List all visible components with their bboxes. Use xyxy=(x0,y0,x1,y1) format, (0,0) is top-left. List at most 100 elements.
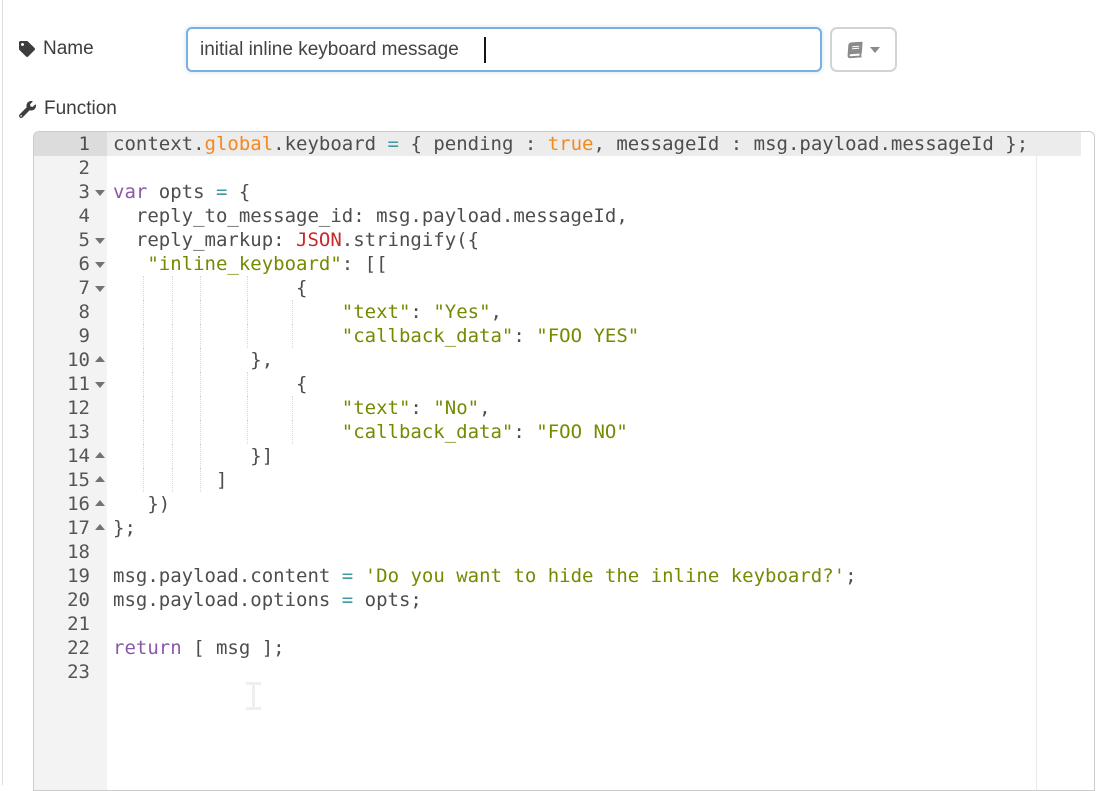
gutter-row[interactable]: 9 xyxy=(34,324,107,348)
gutter-row[interactable]: 23 xyxy=(34,660,107,684)
code-editor[interactable]: 1234567891011121314151617181920212223 co… xyxy=(33,131,1095,791)
line-number: 21 xyxy=(67,613,90,635)
gutter-row[interactable]: 3 xyxy=(34,180,107,204)
indent-guide xyxy=(172,420,173,444)
code-token: msg.payload.options xyxy=(113,589,342,611)
code-line[interactable]: var opts = { xyxy=(107,180,1094,204)
line-number: 22 xyxy=(67,637,90,659)
indent-guide xyxy=(247,276,248,300)
code-token: , xyxy=(491,301,502,323)
line-number: 10 xyxy=(67,349,90,371)
code-line[interactable]: "callback_data": "FOO YES" xyxy=(107,324,1094,348)
code-token: "callback_data" xyxy=(342,421,514,443)
code-token: JSON xyxy=(296,229,342,251)
code-line[interactable] xyxy=(107,156,1094,180)
indent-guide xyxy=(143,348,144,372)
code-token: true xyxy=(548,133,594,155)
code-token: }] xyxy=(113,445,273,467)
indent-guide xyxy=(200,276,201,300)
indent-guide xyxy=(200,396,201,420)
code-line[interactable]: "text": "No", xyxy=(107,396,1094,420)
fold-triangle-up-icon[interactable] xyxy=(95,476,105,482)
code-line[interactable]: msg.payload.content = 'Do you want to hi… xyxy=(107,564,1094,588)
code-line[interactable]: }; xyxy=(107,516,1094,540)
code-token: : [[ xyxy=(342,253,388,275)
gutter-row[interactable]: 16 xyxy=(34,492,107,516)
gutter-row[interactable]: 14 xyxy=(34,444,107,468)
code-token: { pending : xyxy=(399,133,548,155)
code-line[interactable]: reply_markup: JSON.stringify({ xyxy=(107,228,1094,252)
code-line[interactable]: }] xyxy=(107,444,1094,468)
code-line[interactable]: context.global.keyboard = { pending : tr… xyxy=(107,132,1094,156)
indent-guide xyxy=(247,396,248,420)
name-input[interactable] xyxy=(186,27,822,72)
code-line[interactable]: "inline_keyboard": [[ xyxy=(107,252,1094,276)
code-line[interactable]: reply_to_message_id: msg.payload.message… xyxy=(107,204,1094,228)
library-button[interactable] xyxy=(830,27,897,72)
code-token: = xyxy=(388,133,399,155)
code-token: "text" xyxy=(342,301,411,323)
indent-guide xyxy=(172,276,173,300)
fold-triangle-up-icon[interactable] xyxy=(95,356,105,362)
gutter-row[interactable]: 7 xyxy=(34,276,107,300)
gutter-row[interactable]: 19 xyxy=(34,564,107,588)
code-line[interactable]: }, xyxy=(107,348,1094,372)
fold-triangle-up-icon[interactable] xyxy=(95,524,105,530)
code-token: { xyxy=(227,181,250,203)
code-token: .stringify({ xyxy=(342,229,479,251)
gutter-row[interactable]: 13 xyxy=(34,420,107,444)
tray-edge-divider xyxy=(2,0,3,785)
gutter-row[interactable]: 11 xyxy=(34,372,107,396)
code-token: = xyxy=(216,181,227,203)
editor-content[interactable]: context.global.keyboard = { pending : tr… xyxy=(107,132,1094,790)
code-line[interactable]: "callback_data": "FOO NO" xyxy=(107,420,1094,444)
line-number: 12 xyxy=(67,397,90,419)
line-number: 7 xyxy=(79,277,90,299)
gutter-row[interactable]: 22 xyxy=(34,636,107,660)
indent-guide xyxy=(143,276,144,300)
gutter-row[interactable]: 5 xyxy=(34,228,107,252)
gutter-row[interactable]: 6 xyxy=(34,252,107,276)
fold-triangle-up-icon[interactable] xyxy=(95,452,105,458)
editor-gutter[interactable]: 1234567891011121314151617181920212223 xyxy=(34,132,107,790)
gutter-row[interactable]: 17 xyxy=(34,516,107,540)
indent-guide xyxy=(292,300,293,324)
code-line[interactable]: "text": "Yes", xyxy=(107,300,1094,324)
fold-triangle-down-icon[interactable] xyxy=(95,190,105,196)
code-line[interactable] xyxy=(107,612,1094,636)
fold-triangle-down-icon[interactable] xyxy=(95,238,105,244)
fold-triangle-up-icon[interactable] xyxy=(95,500,105,506)
gutter-row[interactable]: 4 xyxy=(34,204,107,228)
code-token: : xyxy=(410,301,433,323)
gutter-row[interactable]: 12 xyxy=(34,396,107,420)
gutter-row[interactable]: 15 xyxy=(34,468,107,492)
gutter-row[interactable]: 2 xyxy=(34,156,107,180)
indent-guide xyxy=(200,420,201,444)
gutter-row[interactable]: 1 xyxy=(34,132,107,156)
indent-guide xyxy=(143,324,144,348)
code-token: var xyxy=(113,181,147,203)
code-token: ] xyxy=(113,469,227,491)
code-line[interactable]: return [ msg ]; xyxy=(107,636,1094,660)
code-token: "inline_keyboard" xyxy=(147,253,341,275)
gutter-row[interactable]: 10 xyxy=(34,348,107,372)
line-number: 23 xyxy=(67,661,90,683)
code-line[interactable]: }) xyxy=(107,492,1094,516)
fold-triangle-down-icon[interactable] xyxy=(95,262,105,268)
code-token: "Yes" xyxy=(433,301,490,323)
gutter-row[interactable]: 8 xyxy=(34,300,107,324)
code-token: , messageId : msg.payload.messageId }; xyxy=(593,133,1028,155)
code-line[interactable]: ] xyxy=(107,468,1094,492)
fold-triangle-down-icon[interactable] xyxy=(95,286,105,292)
gutter-row[interactable]: 20 xyxy=(34,588,107,612)
code-token: : xyxy=(513,421,536,443)
fold-triangle-down-icon[interactable] xyxy=(95,382,105,388)
gutter-row[interactable]: 18 xyxy=(34,540,107,564)
code-line[interactable] xyxy=(107,540,1094,564)
code-line[interactable]: msg.payload.options = opts; xyxy=(107,588,1094,612)
code-line[interactable]: { xyxy=(107,276,1094,300)
gutter-row[interactable]: 21 xyxy=(34,612,107,636)
code-token: [ msg ]; xyxy=(182,637,285,659)
code-line[interactable] xyxy=(107,660,1094,684)
code-line[interactable]: { xyxy=(107,372,1094,396)
